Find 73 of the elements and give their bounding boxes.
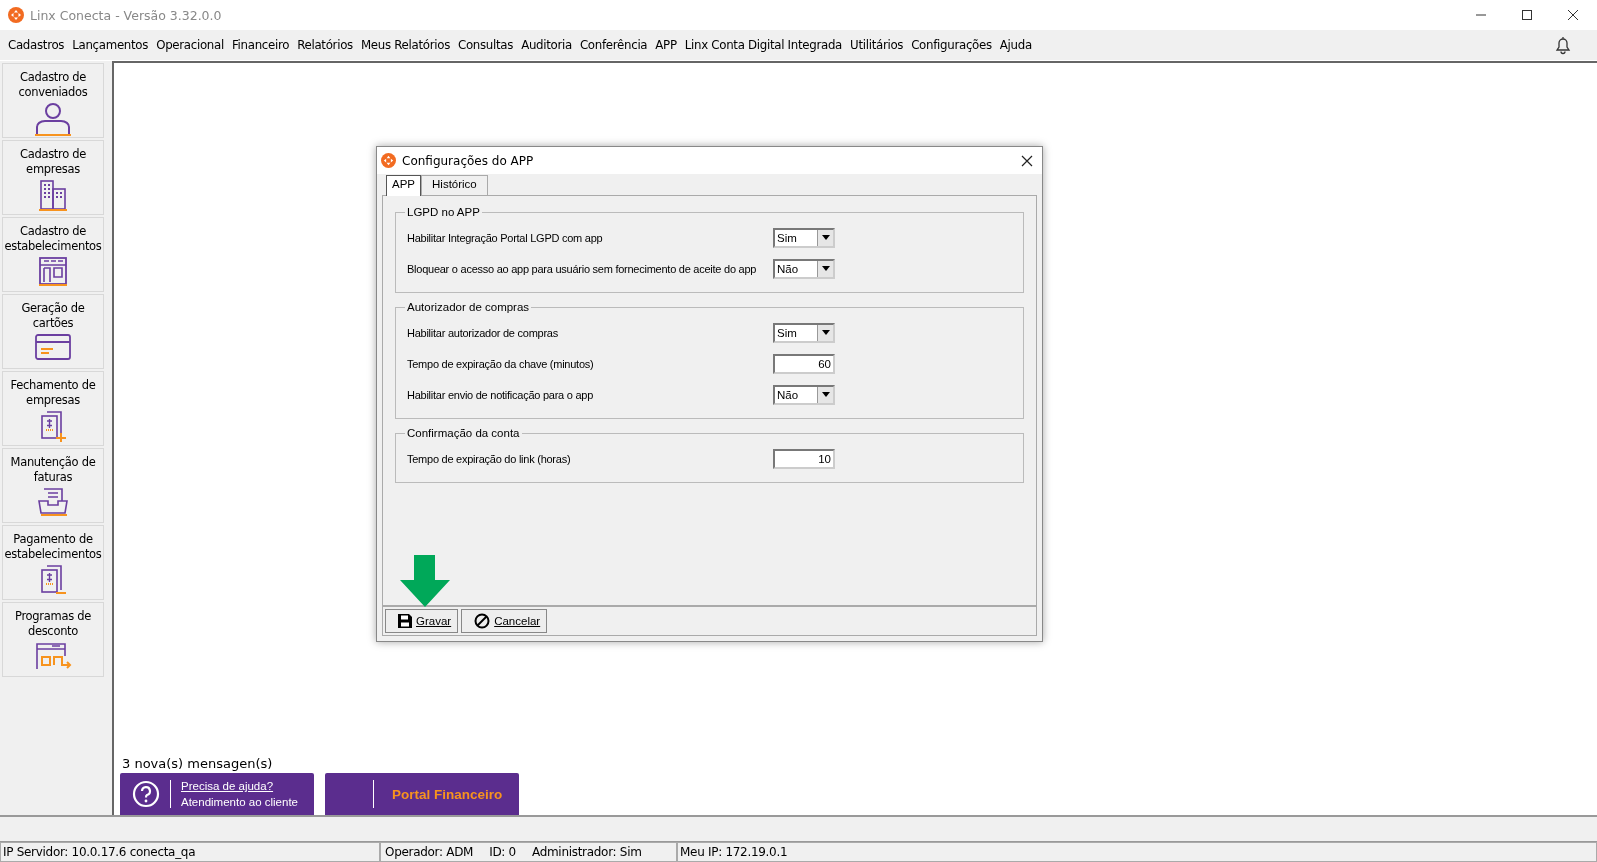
- menu-item[interactable]: Utilitários: [850, 38, 904, 52]
- menu-item[interactable]: Linx Conta Digital Integrada: [684, 38, 843, 52]
- storefront-icon: [38, 256, 68, 286]
- sidebar-item[interactable]: Cadastro de estabelecimentos: [2, 217, 104, 292]
- sidebar-item[interactable]: Cadastro de conveniados: [2, 63, 104, 138]
- invoice-icon: [38, 564, 68, 596]
- menu-item[interactable]: Operacional: [156, 38, 224, 52]
- app-logo-icon: [381, 153, 396, 168]
- menu-item[interactable]: Cadastros: [8, 38, 65, 52]
- field-label: Habilitar autorizador de compras: [407, 326, 559, 339]
- menu-item[interactable]: Configurações: [911, 38, 992, 52]
- menu-item[interactable]: Lançamentos: [72, 38, 149, 52]
- menu-item[interactable]: Conferência: [579, 38, 648, 52]
- app-logo-icon: [8, 7, 24, 23]
- close-icon[interactable]: [1567, 9, 1579, 21]
- dropdown[interactable]: Não: [773, 258, 835, 279]
- sidebar-item[interactable]: Geração de cartões: [2, 294, 104, 369]
- caret-icon: [821, 266, 830, 271]
- window-title: Linx Conecta - Versão 3.32.0.0: [30, 7, 222, 23]
- sidebar-item[interactable]: Manutenção de faturas: [2, 448, 104, 523]
- field-label: Habilitar Integração Portal LGPD com app: [407, 231, 604, 244]
- save-button[interactable]: Gravar: [385, 609, 459, 633]
- close-icon[interactable]: [1021, 154, 1033, 167]
- menu-item[interactable]: Auditoria: [521, 38, 572, 52]
- prohibited-icon: [474, 613, 491, 629]
- help-icon: [132, 780, 160, 808]
- dropdown[interactable]: Sim: [773, 227, 835, 248]
- sidebar-item[interactable]: Pagamento de estabelecimentos: [2, 525, 104, 600]
- tab[interactable]: APP: [386, 175, 421, 196]
- dropdown[interactable]: Sim: [773, 322, 835, 343]
- field-label: Tempo de expiração do link (horas): [407, 452, 572, 465]
- portal-button[interactable]: Portal Financeiro: [325, 773, 519, 815]
- inbox-tray-icon: [36, 487, 70, 517]
- status-text: Administrador: Sim: [531, 845, 642, 859]
- field-label: Habilitar envio de notificação para o app: [407, 388, 595, 401]
- menu-item[interactable]: Relatórios: [297, 38, 353, 52]
- help-link[interactable]: Precisa de ajuda?: [181, 780, 298, 792]
- number-field[interactable]: 10: [773, 448, 835, 469]
- group-title: LGPD no APP: [406, 206, 481, 218]
- status-text: Meu IP: 172.19.0.1: [680, 845, 788, 859]
- menu-item[interactable]: APP: [655, 38, 677, 52]
- status-text: ID: 0: [489, 845, 516, 859]
- maximize-icon[interactable]: [1521, 9, 1533, 21]
- number-field[interactable]: 60: [773, 353, 835, 374]
- person-icon: [34, 102, 72, 136]
- sidebar-item[interactable]: Fechamento de empresas: [2, 371, 104, 446]
- dialog-title: Configurações do APP: [402, 153, 534, 168]
- invoice-icon: [38, 410, 68, 442]
- arrow-down-icon: [400, 555, 450, 607]
- status-text: Operador: ADM: [385, 845, 474, 859]
- card-icon: [34, 333, 72, 361]
- caret-icon: [821, 392, 830, 397]
- sidebar-item[interactable]: Cadastro de empresas: [2, 140, 104, 215]
- menu-item[interactable]: Meus Relatórios: [360, 38, 450, 52]
- group-title: Autorizador de compras: [406, 301, 531, 313]
- caret-icon: [821, 235, 830, 240]
- status-text: IP Servidor: 10.0.17.6 conecta_qa: [3, 845, 196, 859]
- help-button[interactable]: Precisa de ajuda? Atendimento ao cliente: [120, 773, 314, 815]
- help-subtitle: Atendimento ao cliente: [181, 796, 298, 808]
- sidebar-item[interactable]: Programas de desconto: [2, 602, 104, 677]
- messages-count[interactable]: 3 nova(s) mensagen(s): [122, 756, 273, 771]
- buildings-icon: [38, 179, 68, 211]
- group-title: Confirmação da conta: [406, 427, 521, 439]
- tab[interactable]: Histórico: [421, 175, 488, 196]
- menu-item[interactable]: Ajuda: [999, 38, 1032, 52]
- menu-item[interactable]: Financeiro: [231, 38, 290, 52]
- field-label: Tempo de expiração da chave (minutos): [407, 357, 595, 370]
- caret-icon: [821, 330, 830, 335]
- menu-item[interactable]: Consultas: [458, 38, 514, 52]
- cancel-button[interactable]: Cancelar: [461, 609, 548, 633]
- field-label: Bloquear o acesso ao app para usuário sem fornecimento de aceite do app: [407, 262, 758, 275]
- dropdown[interactable]: Não: [773, 384, 835, 405]
- bell-icon[interactable]: [1553, 35, 1573, 55]
